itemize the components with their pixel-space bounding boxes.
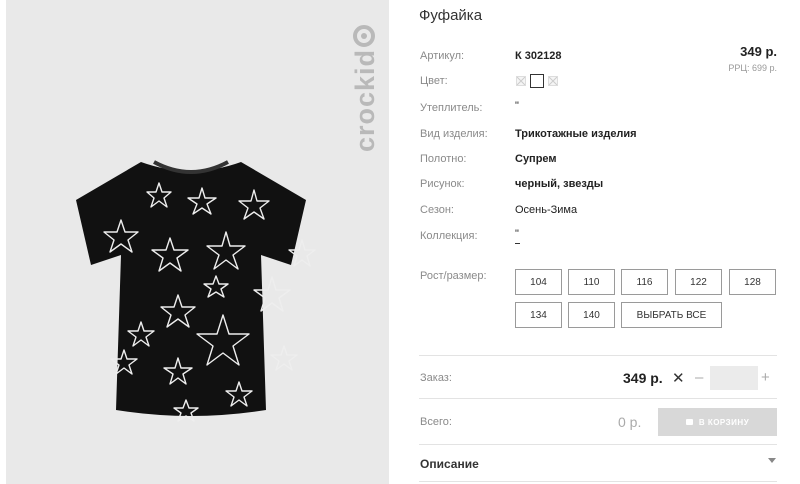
spec-label-type: Вид изделия: — [420, 128, 488, 140]
multiply-icon: ✕ — [672, 370, 685, 387]
divider — [419, 481, 777, 482]
cart-icon — [685, 418, 693, 425]
product-title: Фуфайка — [419, 7, 483, 24]
tshirt-image — [76, 160, 316, 422]
spec-value-pattern: черный, звезды — [515, 178, 604, 190]
spec-value-article: К 302128 — [515, 50, 562, 62]
order-price: 349 р. — [623, 370, 663, 386]
product-price: 349 р. — [740, 44, 777, 59]
decrement-button[interactable]: – — [695, 369, 703, 386]
size-button-110[interactable]: 110 — [568, 269, 615, 295]
spec-value-fabric: Супрем — [515, 153, 557, 165]
size-button-140[interactable]: 140 — [568, 302, 615, 328]
increment-button[interactable]: + — [761, 369, 770, 386]
select-all-sizes-button[interactable]: ВЫБРАТЬ ВСЕ — [621, 302, 722, 328]
divider — [419, 355, 777, 356]
spec-value-season: Осень-Зима — [515, 204, 578, 216]
spec-label-fabric: Полотно: — [420, 153, 467, 165]
spec-label-season: Сезон: — [420, 204, 454, 216]
spec-label-pattern: Рисунок: — [420, 178, 465, 190]
spec-label-size: Рост/размер: — [420, 270, 487, 282]
total-label: Всего: — [420, 416, 452, 428]
spec-value-type: Трикотажные изделия — [515, 128, 637, 140]
size-button-104[interactable]: 104 — [515, 269, 562, 295]
spec-value-collection: " — [515, 228, 519, 240]
spec-label-color: Цвет: — [420, 75, 448, 87]
size-button-122[interactable]: 122 — [675, 269, 722, 295]
quantity-input[interactable] — [710, 366, 758, 390]
spec-label-insulation: Утеплитель: — [420, 102, 483, 114]
recommended-price: РРЦ: 699 р. — [728, 63, 777, 73]
cross-icon — [549, 77, 557, 85]
size-button-134[interactable]: 134 — [515, 302, 562, 328]
spec-label-article: Артикул: — [420, 50, 465, 62]
color-swatch-disabled[interactable] — [516, 76, 526, 86]
add-to-cart-button[interactable]: В КОРЗИНУ — [658, 408, 777, 436]
add-to-cart-label: В КОРЗИНУ — [698, 417, 750, 427]
brand-text: crockid — [350, 48, 380, 152]
color-swatch-disabled[interactable] — [548, 76, 558, 86]
crockid-logo-icon — [353, 24, 375, 47]
cross-icon — [517, 77, 525, 85]
order-label: Заказ: — [420, 372, 452, 384]
divider — [419, 398, 777, 399]
collection-underline — [515, 243, 520, 244]
spec-label-collection: Коллекция: — [420, 230, 478, 242]
spec-value-insulation: " — [515, 100, 519, 112]
color-swatch-selected[interactable] — [530, 74, 544, 88]
total-value: 0 р. — [618, 414, 642, 430]
brand-logo: crockid — [350, 24, 381, 152]
product-photo: crockid — [6, 0, 389, 484]
size-button-116[interactable]: 116 — [621, 269, 668, 295]
chevron-down-icon[interactable] — [768, 458, 776, 463]
size-button-128[interactable]: 128 — [729, 269, 776, 295]
divider — [419, 444, 777, 445]
description-toggle[interactable]: Описание — [420, 457, 479, 471]
